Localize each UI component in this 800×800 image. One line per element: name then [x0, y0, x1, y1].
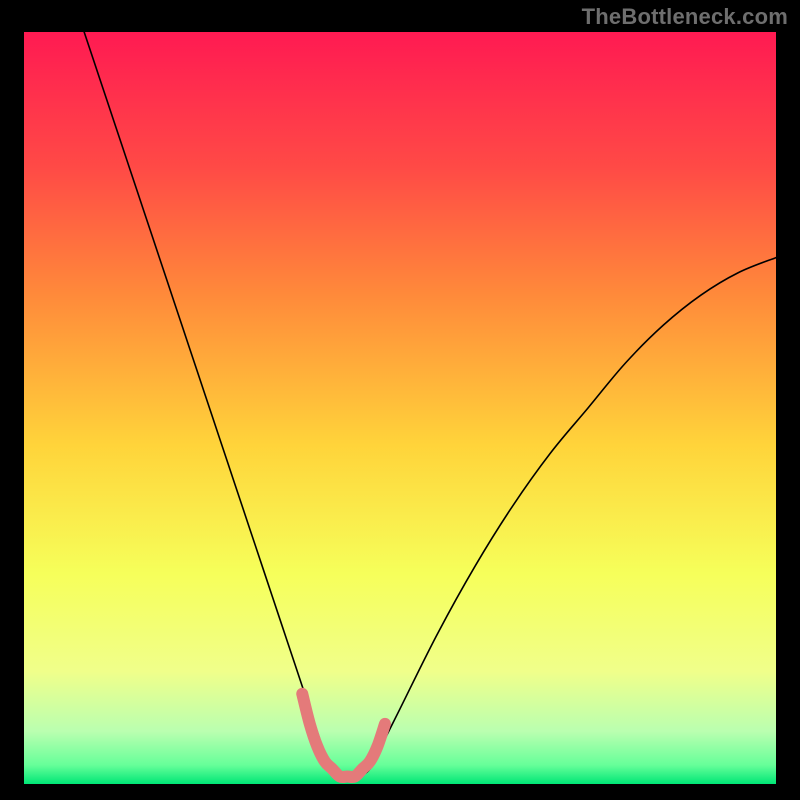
watermark-text: TheBottleneck.com [582, 4, 788, 30]
chart-svg [24, 32, 776, 784]
chart-root: TheBottleneck.com [0, 0, 800, 800]
bottleneck-curve [84, 32, 776, 777]
trough-highlight [302, 694, 385, 777]
plot-area [24, 32, 776, 784]
